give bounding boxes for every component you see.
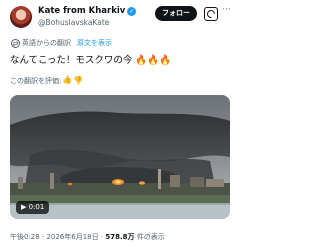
- play-icon[interactable]: ▶: [21, 203, 26, 211]
- video-time: 0:01: [28, 203, 45, 211]
- views-label: 件の表示: [134, 233, 165, 241]
- verified-badge-icon: ✓: [127, 7, 137, 16]
- separator-2: ·: [100, 233, 104, 241]
- video-controls[interactable]: ▶ 0:01: [16, 201, 50, 214]
- author-handle[interactable]: @BohuslavskaKate: [38, 18, 109, 27]
- author-name[interactable]: Kate from Kharkiv ✓: [38, 6, 137, 16]
- follow-button[interactable]: フォロー: [155, 6, 197, 21]
- grok-icon[interactable]: [204, 7, 218, 21]
- translated-from-label: 英語からの翻訳: [22, 39, 71, 47]
- rate-translation-label: この翻訳を評価:: [10, 77, 62, 85]
- thumb-down-icon[interactable]: 👎: [73, 76, 83, 85]
- avatar[interactable]: [10, 6, 32, 28]
- tweet-meta: 午後0:28 · 2026年6月18日 · 578.8万 件の表示: [10, 232, 165, 242]
- post-time[interactable]: 午後0:28: [10, 233, 40, 241]
- post-date[interactable]: 2026年6月18日: [46, 233, 98, 241]
- thumb-up-icon[interactable]: 👍: [62, 75, 72, 84]
- translate-icon: ⇄: [11, 39, 20, 48]
- tweet-text: なんてこった！モスクワの今 🔥🔥🔥: [10, 55, 171, 66]
- show-original-link[interactable]: 原文を表示: [77, 38, 112, 48]
- views-count: 578.8万: [105, 233, 135, 241]
- separator-1: ·: [41, 233, 45, 241]
- more-options-button[interactable]: ···: [222, 5, 231, 15]
- author-name-text[interactable]: Kate from Kharkiv: [38, 6, 125, 16]
